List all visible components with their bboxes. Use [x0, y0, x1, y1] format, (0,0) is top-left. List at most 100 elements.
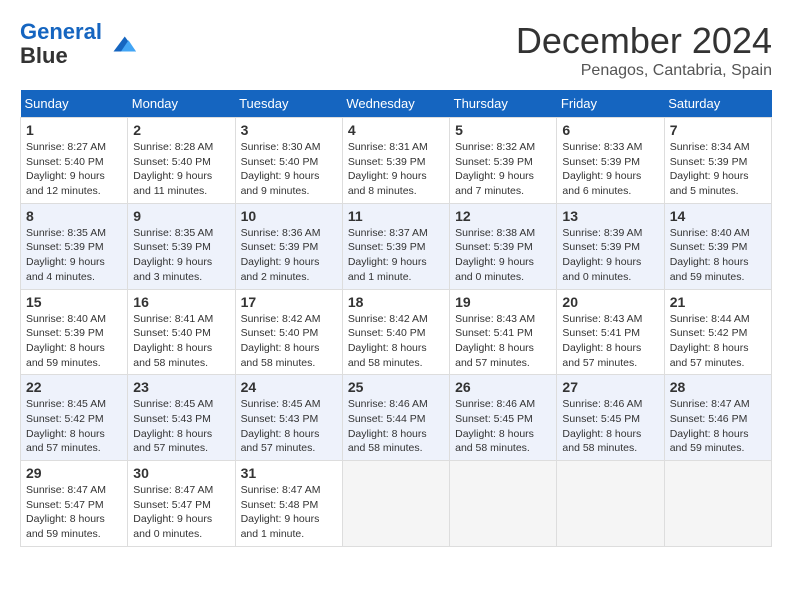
calendar-week-row: 15 Sunrise: 8:40 AM Sunset: 5:39 PM Dayl… — [21, 289, 772, 375]
calendar-day-cell: 31 Sunrise: 8:47 AM Sunset: 5:48 PM Dayl… — [235, 461, 342, 547]
weekday-header-row: SundayMondayTuesdayWednesdayThursdayFrid… — [21, 90, 772, 118]
day-info: Sunrise: 8:35 AM Sunset: 5:39 PM Dayligh… — [133, 226, 229, 285]
day-info: Sunrise: 8:39 AM Sunset: 5:39 PM Dayligh… — [562, 226, 658, 285]
day-number: 29 — [26, 465, 122, 481]
day-info: Sunrise: 8:41 AM Sunset: 5:40 PM Dayligh… — [133, 312, 229, 371]
day-info: Sunrise: 8:40 AM Sunset: 5:39 PM Dayligh… — [670, 226, 766, 285]
calendar-day-cell: 6 Sunrise: 8:33 AM Sunset: 5:39 PM Dayli… — [557, 118, 664, 204]
day-info: Sunrise: 8:46 AM Sunset: 5:44 PM Dayligh… — [348, 397, 444, 456]
day-info: Sunrise: 8:44 AM Sunset: 5:42 PM Dayligh… — [670, 312, 766, 371]
day-info: Sunrise: 8:43 AM Sunset: 5:41 PM Dayligh… — [562, 312, 658, 371]
day-info: Sunrise: 8:34 AM Sunset: 5:39 PM Dayligh… — [670, 140, 766, 199]
calendar-table: SundayMondayTuesdayWednesdayThursdayFrid… — [20, 90, 772, 547]
weekday-header-tuesday: Tuesday — [235, 90, 342, 118]
logo: GeneralBlue — [20, 20, 136, 68]
day-number: 7 — [670, 122, 766, 138]
calendar-day-cell: 2 Sunrise: 8:28 AM Sunset: 5:40 PM Dayli… — [128, 118, 235, 204]
day-number: 26 — [455, 379, 551, 395]
day-info: Sunrise: 8:28 AM Sunset: 5:40 PM Dayligh… — [133, 140, 229, 199]
calendar-week-row: 1 Sunrise: 8:27 AM Sunset: 5:40 PM Dayli… — [21, 118, 772, 204]
day-number: 27 — [562, 379, 658, 395]
calendar-day-cell: 19 Sunrise: 8:43 AM Sunset: 5:41 PM Dayl… — [450, 289, 557, 375]
calendar-day-cell: 17 Sunrise: 8:42 AM Sunset: 5:40 PM Dayl… — [235, 289, 342, 375]
calendar-day-cell: 1 Sunrise: 8:27 AM Sunset: 5:40 PM Dayli… — [21, 118, 128, 204]
location: Penagos, Cantabria, Spain — [516, 62, 772, 80]
day-number: 9 — [133, 208, 229, 224]
calendar-day-cell: 4 Sunrise: 8:31 AM Sunset: 5:39 PM Dayli… — [342, 118, 449, 204]
day-info: Sunrise: 8:35 AM Sunset: 5:39 PM Dayligh… — [26, 226, 122, 285]
day-info: Sunrise: 8:47 AM Sunset: 5:46 PM Dayligh… — [670, 397, 766, 456]
day-number: 2 — [133, 122, 229, 138]
title-block: December 2024 Penagos, Cantabria, Spain — [516, 20, 772, 80]
day-info: Sunrise: 8:40 AM Sunset: 5:39 PM Dayligh… — [26, 312, 122, 371]
day-info: Sunrise: 8:47 AM Sunset: 5:47 PM Dayligh… — [133, 483, 229, 542]
calendar-day-cell: 5 Sunrise: 8:32 AM Sunset: 5:39 PM Dayli… — [450, 118, 557, 204]
weekday-header-wednesday: Wednesday — [342, 90, 449, 118]
calendar-day-cell: 26 Sunrise: 8:46 AM Sunset: 5:45 PM Dayl… — [450, 375, 557, 461]
calendar-day-cell: 20 Sunrise: 8:43 AM Sunset: 5:41 PM Dayl… — [557, 289, 664, 375]
weekday-header-monday: Monday — [128, 90, 235, 118]
day-info: Sunrise: 8:46 AM Sunset: 5:45 PM Dayligh… — [455, 397, 551, 456]
weekday-header-friday: Friday — [557, 90, 664, 118]
calendar-day-cell: 10 Sunrise: 8:36 AM Sunset: 5:39 PM Dayl… — [235, 203, 342, 289]
calendar-day-cell — [557, 461, 664, 547]
day-number: 12 — [455, 208, 551, 224]
calendar-day-cell: 28 Sunrise: 8:47 AM Sunset: 5:46 PM Dayl… — [664, 375, 771, 461]
day-number: 24 — [241, 379, 337, 395]
logo-text: GeneralBlue — [20, 20, 102, 68]
calendar-day-cell: 3 Sunrise: 8:30 AM Sunset: 5:40 PM Dayli… — [235, 118, 342, 204]
calendar-day-cell: 21 Sunrise: 8:44 AM Sunset: 5:42 PM Dayl… — [664, 289, 771, 375]
day-number: 23 — [133, 379, 229, 395]
day-info: Sunrise: 8:27 AM Sunset: 5:40 PM Dayligh… — [26, 140, 122, 199]
day-info: Sunrise: 8:42 AM Sunset: 5:40 PM Dayligh… — [241, 312, 337, 371]
calendar-day-cell: 13 Sunrise: 8:39 AM Sunset: 5:39 PM Dayl… — [557, 203, 664, 289]
day-number: 6 — [562, 122, 658, 138]
calendar-day-cell: 29 Sunrise: 8:47 AM Sunset: 5:47 PM Dayl… — [21, 461, 128, 547]
day-number: 25 — [348, 379, 444, 395]
calendar-day-cell: 27 Sunrise: 8:46 AM Sunset: 5:45 PM Dayl… — [557, 375, 664, 461]
calendar-day-cell: 15 Sunrise: 8:40 AM Sunset: 5:39 PM Dayl… — [21, 289, 128, 375]
calendar-day-cell — [450, 461, 557, 547]
day-info: Sunrise: 8:45 AM Sunset: 5:43 PM Dayligh… — [241, 397, 337, 456]
day-number: 28 — [670, 379, 766, 395]
day-number: 31 — [241, 465, 337, 481]
calendar-day-cell: 24 Sunrise: 8:45 AM Sunset: 5:43 PM Dayl… — [235, 375, 342, 461]
month-title: December 2024 — [516, 20, 772, 62]
day-number: 10 — [241, 208, 337, 224]
calendar-day-cell: 18 Sunrise: 8:42 AM Sunset: 5:40 PM Dayl… — [342, 289, 449, 375]
day-number: 20 — [562, 294, 658, 310]
day-number: 21 — [670, 294, 766, 310]
day-number: 16 — [133, 294, 229, 310]
day-info: Sunrise: 8:47 AM Sunset: 5:48 PM Dayligh… — [241, 483, 337, 542]
day-info: Sunrise: 8:42 AM Sunset: 5:40 PM Dayligh… — [348, 312, 444, 371]
day-number: 17 — [241, 294, 337, 310]
calendar-day-cell: 25 Sunrise: 8:46 AM Sunset: 5:44 PM Dayl… — [342, 375, 449, 461]
day-number: 11 — [348, 208, 444, 224]
day-info: Sunrise: 8:45 AM Sunset: 5:42 PM Dayligh… — [26, 397, 122, 456]
day-info: Sunrise: 8:36 AM Sunset: 5:39 PM Dayligh… — [241, 226, 337, 285]
calendar-day-cell: 11 Sunrise: 8:37 AM Sunset: 5:39 PM Dayl… — [342, 203, 449, 289]
day-info: Sunrise: 8:43 AM Sunset: 5:41 PM Dayligh… — [455, 312, 551, 371]
day-info: Sunrise: 8:32 AM Sunset: 5:39 PM Dayligh… — [455, 140, 551, 199]
day-number: 13 — [562, 208, 658, 224]
day-info: Sunrise: 8:30 AM Sunset: 5:40 PM Dayligh… — [241, 140, 337, 199]
day-number: 18 — [348, 294, 444, 310]
day-info: Sunrise: 8:31 AM Sunset: 5:39 PM Dayligh… — [348, 140, 444, 199]
day-number: 3 — [241, 122, 337, 138]
calendar-day-cell: 16 Sunrise: 8:41 AM Sunset: 5:40 PM Dayl… — [128, 289, 235, 375]
day-number: 5 — [455, 122, 551, 138]
calendar-week-row: 22 Sunrise: 8:45 AM Sunset: 5:42 PM Dayl… — [21, 375, 772, 461]
calendar-day-cell: 12 Sunrise: 8:38 AM Sunset: 5:39 PM Dayl… — [450, 203, 557, 289]
calendar-day-cell: 7 Sunrise: 8:34 AM Sunset: 5:39 PM Dayli… — [664, 118, 771, 204]
day-number: 22 — [26, 379, 122, 395]
calendar-day-cell — [664, 461, 771, 547]
page-header: GeneralBlue December 2024 Penagos, Canta… — [20, 20, 772, 80]
weekday-header-saturday: Saturday — [664, 90, 771, 118]
day-number: 19 — [455, 294, 551, 310]
day-info: Sunrise: 8:46 AM Sunset: 5:45 PM Dayligh… — [562, 397, 658, 456]
calendar-day-cell: 23 Sunrise: 8:45 AM Sunset: 5:43 PM Dayl… — [128, 375, 235, 461]
day-info: Sunrise: 8:47 AM Sunset: 5:47 PM Dayligh… — [26, 483, 122, 542]
day-number: 15 — [26, 294, 122, 310]
day-info: Sunrise: 8:45 AM Sunset: 5:43 PM Dayligh… — [133, 397, 229, 456]
calendar-day-cell: 14 Sunrise: 8:40 AM Sunset: 5:39 PM Dayl… — [664, 203, 771, 289]
